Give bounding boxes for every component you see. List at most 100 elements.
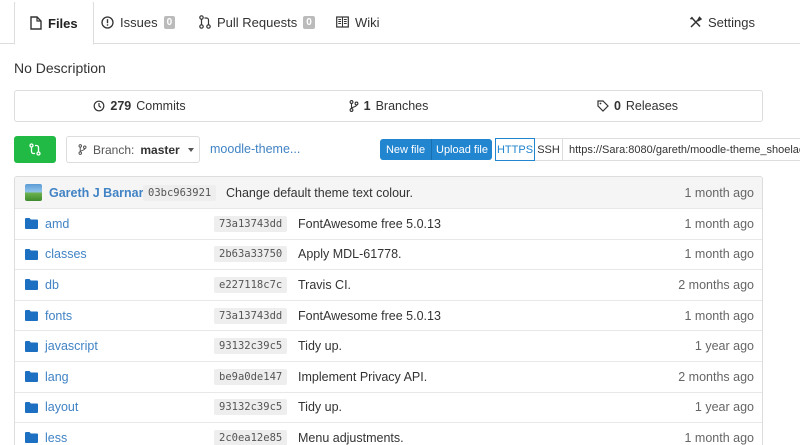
tab-pull-requests-label: Pull Requests [217, 14, 298, 30]
repo-breadcrumb-link[interactable]: moodle-theme... [210, 142, 300, 156]
issues-count-badge: 0 [163, 15, 176, 29]
table-row: classes 2b63a33750 Apply MDL-61778. 1 mo… [15, 238, 762, 270]
commit-age: 1 month ago [684, 430, 755, 445]
file-name-cell: less [25, 423, 67, 445]
branch-name: master [140, 142, 180, 157]
table-row: amd 73a13743dd FontAwesome free 5.0.13 1… [15, 208, 762, 239]
file-name-cell: fonts [25, 301, 72, 331]
commit-age: 1 year ago [694, 339, 754, 354]
latest-commit-row: Gareth J Barnard 03bc963921 Change defau… [15, 177, 762, 208]
commit-message: Apply MDL-61778. [298, 247, 402, 262]
commit-sha-label[interactable]: 73a13743dd [214, 215, 288, 232]
folder-icon [25, 432, 38, 444]
commits-count: 279 [110, 99, 132, 113]
commit-age: 2 months ago [678, 277, 754, 292]
latest-commit-author-cell: Gareth J Barnard [25, 177, 151, 208]
commit-sha-label[interactable]: 2c0ea12e85 [214, 429, 288, 445]
https-clone-button[interactable]: HTTPS [495, 138, 535, 161]
tab-settings-label: Settings [708, 14, 755, 30]
avatar [25, 184, 42, 201]
tab-pull-requests[interactable]: Pull Requests 0 [199, 0, 315, 44]
compare-button[interactable] [14, 136, 56, 163]
commit-message: Menu adjustments. [298, 430, 404, 445]
commit-sha-label[interactable]: 73a13743dd [214, 307, 288, 324]
commit-sha-label[interactable]: 2b63a33750 [214, 246, 288, 263]
tab-settings[interactable]: Settings [689, 0, 755, 44]
folder-icon [25, 401, 38, 413]
branches-stat[interactable]: 1 Branches [264, 91, 513, 121]
commit-message: Change default theme text colour. [226, 185, 413, 200]
ssh-clone-button[interactable]: SSH [535, 138, 563, 161]
releases-count: 0 [613, 99, 621, 113]
releases-stat[interactable]: 0 Releases [513, 91, 762, 121]
tab-files[interactable]: Files [14, 0, 94, 45]
commit-age: 1 month ago [684, 247, 755, 262]
folder-icon [25, 248, 38, 260]
chevron-down-icon [187, 147, 194, 152]
file-icon [30, 16, 42, 30]
file-name-link[interactable]: layout [45, 400, 78, 414]
commit-message: FontAwesome free 5.0.13 [298, 308, 441, 323]
pull-request-icon [199, 15, 211, 29]
file-table: Gareth J Barnard 03bc963921 Change defau… [14, 176, 763, 445]
file-name-link[interactable]: javascript [45, 339, 98, 353]
commit-age: 1 month ago [684, 216, 755, 231]
file-name-link[interactable]: classes [45, 247, 87, 261]
commit-author-link[interactable]: Gareth J Barnard [49, 186, 151, 200]
commit-sha-label[interactable]: 93132c39c5 [214, 399, 288, 416]
file-name-link[interactable]: fonts [45, 309, 72, 323]
tag-icon [597, 100, 609, 112]
branches-count: 1 [363, 99, 371, 113]
commits-label: Commits [136, 99, 186, 113]
commit-sha-label[interactable]: 93132c39c5 [214, 338, 288, 355]
branch-selector[interactable]: Branch: master [66, 136, 200, 163]
clone-url-field[interactable]: https://Sara:8080/gareth/moodle-theme_sh… [563, 138, 800, 161]
tab-issues[interactable]: Issues 0 [101, 0, 176, 44]
file-name-link[interactable]: less [45, 431, 67, 445]
table-row: fonts 73a13743dd FontAwesome free 5.0.13… [15, 299, 762, 331]
tools-icon [689, 15, 702, 28]
commit-sha-label[interactable]: e227118c7c [214, 276, 288, 293]
folder-icon [25, 310, 38, 322]
table-row: lang be9a0de147 Implement Privacy API. 2… [15, 360, 762, 392]
history-icon [94, 100, 105, 112]
issue-opened-icon [101, 15, 114, 29]
file-name-link[interactable]: lang [45, 370, 69, 384]
table-row: javascript 93132c39c5 Tidy up. 1 year ag… [15, 330, 762, 361]
file-name-cell: classes [25, 240, 87, 270]
new-file-button[interactable]: New file [380, 139, 431, 160]
file-name-cell: lang [25, 362, 69, 392]
git-compare-icon [29, 143, 41, 156]
commit-sha-label[interactable]: 03bc963921 [143, 184, 217, 201]
branch-prefix: Branch: [93, 142, 135, 157]
commit-message: Tidy up. [298, 339, 343, 354]
repo-description: No Description [14, 60, 106, 76]
commit-age: 1 month ago [684, 185, 755, 200]
repo-tab-bar: Files Issues 0 Pull Requests 0 Wiki Sett… [0, 0, 800, 45]
commit-age: 1 month ago [684, 308, 755, 323]
file-name-cell: db [25, 270, 59, 300]
pull-requests-count-badge: 0 [303, 15, 315, 29]
tab-wiki[interactable]: Wiki [336, 0, 380, 44]
tab-issues-label: Issues [120, 14, 158, 30]
commit-age: 2 months ago [678, 369, 754, 384]
tab-files-label: Files [48, 15, 78, 31]
commit-message: Implement Privacy API. [298, 369, 428, 384]
commit-age: 1 year ago [694, 400, 754, 415]
commit-message: Tidy up. [298, 400, 343, 415]
commit-sha-label[interactable]: be9a0de147 [214, 368, 288, 385]
file-name-cell: layout [25, 393, 78, 423]
table-row: less 2c0ea12e85 Menu adjustments. 1 mont… [15, 422, 762, 445]
tab-wiki-label: Wiki [355, 14, 380, 30]
folder-icon [25, 371, 38, 383]
folder-icon [25, 340, 38, 352]
file-name-cell: amd [25, 209, 69, 239]
branch-icon [349, 100, 359, 112]
file-name-cell: javascript [25, 331, 98, 361]
upload-file-button[interactable]: Upload file [431, 139, 492, 160]
book-icon [336, 16, 349, 28]
file-name-link[interactable]: db [45, 278, 59, 292]
commits-stat[interactable]: 279 Commits [15, 91, 264, 121]
file-name-link[interactable]: amd [45, 217, 69, 231]
folder-icon [25, 218, 38, 230]
